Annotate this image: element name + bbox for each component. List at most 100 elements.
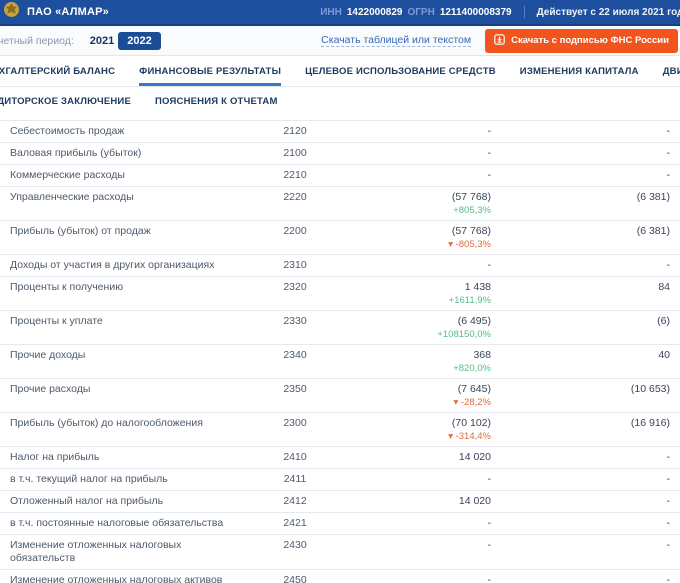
value-change: +820,0% <box>340 363 491 374</box>
value-previous: (10 653) <box>495 383 680 396</box>
table-row: в т.ч. постоянные налоговые обязательств… <box>0 513 680 535</box>
table-row: Прибыль (убыток) до налогообложения 2300… <box>0 413 680 447</box>
row-label: Налог на прибыль <box>10 451 99 464</box>
value-previous: - <box>495 147 680 160</box>
row-code: 2412 <box>250 495 340 508</box>
table-row: Себестоимость продаж 2120 - - <box>0 121 680 143</box>
period-switch: Отчетный период: 20212022 <box>0 31 161 50</box>
row-label: Доходы от участия в других организациях <box>10 259 214 272</box>
row-label: Изменение отложенных налоговых активов <box>10 574 222 583</box>
value-current: 368 <box>473 349 491 361</box>
row-code: 2410 <box>250 451 340 464</box>
value-previous: 40 <box>495 349 680 362</box>
row-label: Валовая прибыль (убыток) <box>10 147 141 160</box>
row-label: Коммерческие расходы <box>10 169 125 182</box>
value-previous: - <box>495 495 680 508</box>
tab[interactable]: ЦЕЛЕВОЕ ИСПОЛЬЗОВАНИЕ СРЕДСТВ <box>305 62 496 86</box>
value-change: ▾ -314,4% <box>340 431 491 442</box>
value-change: +805,3% <box>340 205 491 216</box>
row-code: 2210 <box>250 169 340 182</box>
row-label: Отложенный налог на прибыль <box>10 495 163 508</box>
table-row: Прочие расходы 2350 (7 645) ▾ -28,2% (10… <box>0 379 680 413</box>
inn-value: 1422000829 <box>347 7 403 18</box>
value-previous: (6 381) <box>495 225 680 238</box>
table-row: Налог на прибыль 2410 14 020 - <box>0 447 680 469</box>
value-current: (57 768) <box>452 191 491 203</box>
table-row: Проценты к уплате 2330 (6 495) +108150,0… <box>0 311 680 345</box>
year-button-2022[interactable]: 2022 <box>118 32 160 50</box>
row-code: 2100 <box>250 147 340 160</box>
tab-row-2: АУДИТОРСКОЕ ЗАКЛЮЧЕНИЕ ПОЯСНЕНИЯ К ОТЧЕТА… <box>0 87 680 120</box>
table-row: Изменение отложенных налоговых обязатель… <box>0 535 680 570</box>
row-label: в т.ч. постоянные налоговые обязательств… <box>10 517 223 530</box>
value-change: +1611,9% <box>340 295 491 306</box>
row-code: 2300 <box>250 417 340 430</box>
value-current: (6 495) <box>458 315 491 327</box>
value-previous: - <box>495 169 680 182</box>
row-label: Прибыль (убыток) от продаж <box>10 225 151 238</box>
value-current: - <box>488 473 492 485</box>
row-code: 2200 <box>250 225 340 238</box>
row-code: 2350 <box>250 383 340 396</box>
ogrn-label: ОГРН <box>407 7 434 18</box>
row-label: Управленческие расходы <box>10 191 134 204</box>
company-block: ПАО «АЛМАР» <box>0 1 109 23</box>
tab[interactable]: ФИНАНСОВЫЕ РЕЗУЛЬТАТЫ <box>139 62 281 86</box>
period-row: Отчетный период: 20212022 Скачать таблиц… <box>0 26 680 56</box>
page: ПАО «АЛМАР» ИНН 1422000829 ОГРН 12114000… <box>0 0 680 583</box>
tab[interactable]: БУХГАЛТЕРСКИЙ БАЛАНС <box>0 62 115 86</box>
row-label: Прочие расходы <box>10 383 90 396</box>
value-previous: (16 916) <box>495 417 680 430</box>
value-current: (7 645) <box>458 383 491 395</box>
row-code: 2421 <box>250 517 340 530</box>
value-change: ▾ -805,3% <box>340 239 491 250</box>
value-change: ▾ -28,2% <box>340 397 491 408</box>
inn-label: ИНН <box>320 7 342 18</box>
tab[interactable]: ПОЯСНЕНИЯ К ОТЧЕТАМ <box>155 92 278 116</box>
tab[interactable]: ДВИЖЕНИЕ ДЕН. СРЕДСТВ <box>663 62 680 86</box>
table-row: Валовая прибыль (убыток) 2100 - - <box>0 143 680 165</box>
value-current: - <box>488 169 492 181</box>
value-current: 14 020 <box>459 451 491 463</box>
value-current: 1 438 <box>465 281 491 293</box>
row-code: 2310 <box>250 259 340 272</box>
table-row: Прибыль (убыток) от продаж 2200 (57 768)… <box>0 221 680 255</box>
value-previous: 84 <box>495 281 680 294</box>
row-label: Себестоимость продаж <box>10 125 124 138</box>
download-fns-button[interactable]: Скачать с подписью ФНС России <box>485 29 678 53</box>
value-previous: - <box>495 574 680 583</box>
value-current: 14 020 <box>459 495 491 507</box>
table-row: Отложенный налог на прибыль 2412 14 020 … <box>0 491 680 513</box>
value-previous: - <box>495 125 680 138</box>
table-row: Управленческие расходы 2220 (57 768) +80… <box>0 187 680 221</box>
value-previous: - <box>495 259 680 272</box>
ogrn-value: 1211400008379 <box>440 7 512 18</box>
value-previous: - <box>495 451 680 464</box>
row-code: 2320 <box>250 281 340 294</box>
tab[interactable]: ИЗМЕНЕНИЯ КАПИТАЛА <box>520 62 639 86</box>
row-label: Изменение отложенных налоговых обязатель… <box>10 539 225 565</box>
row-label: Проценты к получению <box>10 281 123 294</box>
tab[interactable]: АУДИТОРСКОЕ ЗАКЛЮЧЕНИЕ <box>0 92 131 116</box>
table-row: в т.ч. текущий налог на прибыль 2411 - - <box>0 469 680 491</box>
row-code: 2450 <box>250 574 340 583</box>
value-current: - <box>488 147 492 159</box>
table-row: Прочие доходы 2340 368 +820,0% 40 <box>0 345 680 379</box>
value-current: (70 102) <box>452 417 491 429</box>
download-table-link[interactable]: Скачать таблицей или текстом <box>321 34 471 47</box>
table-row: Доходы от участия в других организациях … <box>0 255 680 277</box>
period-label: Отчетный период: <box>0 35 74 47</box>
row-code: 2411 <box>250 473 340 486</box>
report-table: Себестоимость продаж 2120 - - Валовая пр… <box>0 120 680 583</box>
value-current: - <box>488 574 492 583</box>
app-header: ПАО «АЛМАР» ИНН 1422000829 ОГРН 12114000… <box>0 0 680 26</box>
company-logo-icon <box>3 1 20 23</box>
value-previous: - <box>495 539 680 552</box>
header-divider <box>524 6 525 18</box>
row-label: Проценты к уплате <box>10 315 103 328</box>
year-button-2021[interactable]: 2021 <box>86 33 118 49</box>
value-current: (57 768) <box>452 225 491 237</box>
year-buttons: 20212022 <box>86 31 161 50</box>
table-row: Проценты к получению 2320 1 438 +1611,9%… <box>0 277 680 311</box>
value-current: - <box>488 259 492 271</box>
